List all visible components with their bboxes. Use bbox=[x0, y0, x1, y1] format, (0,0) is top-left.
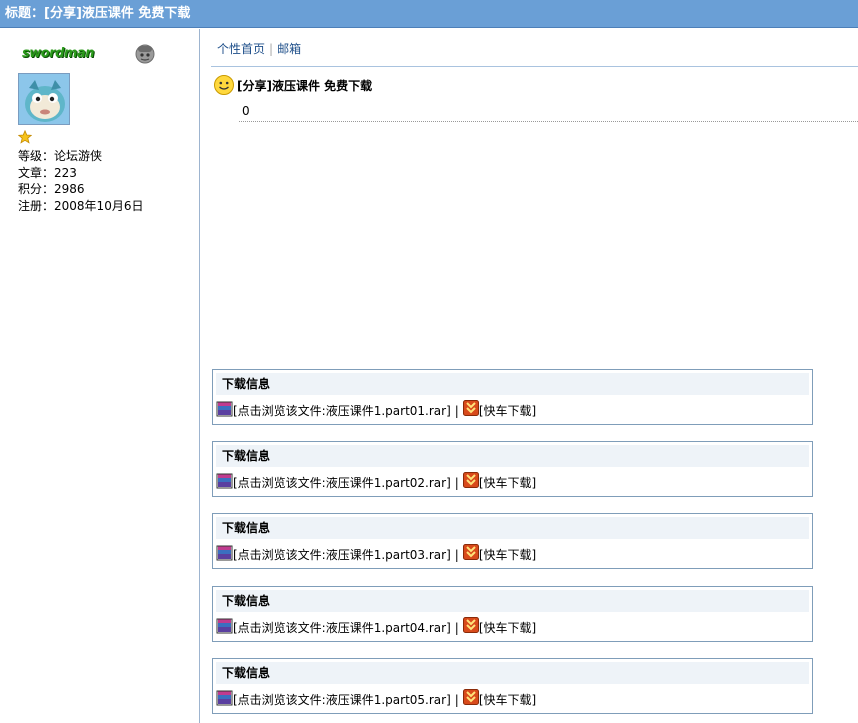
author-username[interactable]: swordman bbox=[22, 46, 94, 61]
homepage-link[interactable]: 个性首页 bbox=[217, 42, 265, 56]
smile-icon bbox=[214, 75, 234, 95]
download-separator: | bbox=[454, 693, 459, 707]
download-box: 下载信息 [点击浏览该文件:液压课件1.part05.rar] | [快车下载] bbox=[212, 658, 813, 714]
download-box: 下载信息 [点击浏览该文件:液压课件1.part01.rar] | [快车下载] bbox=[212, 369, 813, 425]
download-box: 下载信息 [点击浏览该文件:液压课件1.part04.rar] | [快车下载] bbox=[212, 586, 813, 642]
download-header: 下载信息 bbox=[216, 590, 809, 612]
download-header: 下载信息 bbox=[216, 517, 809, 539]
author-level: 等级：论坛游侠 bbox=[18, 149, 103, 163]
author-panel: swordman 等级：论坛游侠 文章：223 积分：2986 注册：2008年… bbox=[0, 29, 200, 723]
nav-separator: | bbox=[269, 42, 274, 56]
rar-file-icon bbox=[216, 545, 233, 561]
file-download-link[interactable]: [点击浏览该文件:液压课件1.part02.rar] bbox=[233, 476, 451, 490]
rar-file-icon bbox=[216, 401, 233, 417]
download-box: 下载信息 [点击浏览该文件:液压课件1.part02.rar] | [快车下载] bbox=[212, 441, 813, 497]
fast-download-link[interactable]: [快车下载] bbox=[479, 548, 536, 562]
flashget-icon bbox=[462, 472, 479, 488]
fast-download-link[interactable]: [快车下载] bbox=[479, 404, 536, 418]
download-box: 下载信息 [点击浏览该文件:液压课件1.part03.rar] | [快车下载] bbox=[212, 513, 813, 569]
file-download-link[interactable]: [点击浏览该文件:液压课件1.part04.rar] bbox=[233, 621, 451, 635]
download-row: [点击浏览该文件:液压课件1.part04.rar] | [快车下载] bbox=[216, 617, 536, 637]
star-icon bbox=[18, 130, 32, 144]
rar-file-icon bbox=[216, 690, 233, 706]
post-body: 0 bbox=[242, 104, 250, 118]
avatar-image bbox=[19, 74, 69, 124]
post-title: [分享]液压课件 免费下载 bbox=[237, 79, 373, 93]
nav-divider bbox=[211, 66, 858, 67]
download-separator: | bbox=[454, 476, 459, 490]
author-info: 等级：论坛游侠 文章：223 积分：2986 注册：2008年10月6日 bbox=[18, 148, 143, 214]
rar-file-icon bbox=[216, 473, 233, 489]
fast-download-link[interactable]: [快车下载] bbox=[479, 693, 536, 707]
post-main: 个性首页 | 邮箱 [分享]液压课件 免费下载 0 下载信息 [点击浏览该文件:液压… bbox=[201, 29, 858, 723]
download-row: [点击浏览该文件:液压课件1.part02.rar] | [快车下载] bbox=[216, 472, 536, 492]
flashget-icon bbox=[462, 689, 479, 705]
file-download-link[interactable]: [点击浏览该文件:液压课件1.part05.rar] bbox=[233, 693, 451, 707]
flashget-icon bbox=[462, 617, 479, 633]
download-header: 下载信息 bbox=[216, 445, 809, 467]
download-header: 下载信息 bbox=[216, 373, 809, 395]
fast-download-link[interactable]: [快车下载] bbox=[479, 476, 536, 490]
download-row: [点击浏览该文件:液压课件1.part01.rar] | [快车下载] bbox=[216, 400, 536, 420]
author-posts: 文章：223 bbox=[18, 165, 77, 180]
download-separator: | bbox=[454, 548, 459, 562]
file-download-link[interactable]: [点击浏览该文件:液压课件1.part03.rar] bbox=[233, 548, 451, 562]
download-row: [点击浏览该文件:液压课件1.part05.rar] | [快车下载] bbox=[216, 689, 536, 709]
download-row: [点击浏览该文件:液压课件1.part03.rar] | [快车下载] bbox=[216, 544, 536, 564]
fast-download-link[interactable]: [快车下载] bbox=[479, 621, 536, 635]
flashget-icon bbox=[462, 400, 479, 416]
file-download-link[interactable]: [点击浏览该文件:液压课件1.part01.rar] bbox=[233, 404, 451, 418]
author-points: 积分：2986 bbox=[18, 182, 85, 196]
flashget-icon bbox=[462, 544, 479, 560]
user-offline-icon bbox=[135, 44, 155, 64]
post-divider bbox=[239, 121, 858, 122]
post-title-bar: 标题：[分享]液压课件 免费下载 bbox=[0, 0, 858, 28]
mail-link[interactable]: 邮箱 bbox=[277, 42, 301, 56]
download-header: 下载信息 bbox=[216, 662, 809, 684]
rar-file-icon bbox=[216, 618, 233, 634]
author-registered: 注册：2008年10月6日 bbox=[18, 198, 144, 213]
download-separator: | bbox=[454, 404, 459, 418]
download-separator: | bbox=[454, 621, 459, 635]
avatar[interactable] bbox=[18, 73, 70, 125]
author-nav: 个性首页 | 邮箱 bbox=[217, 40, 301, 57]
